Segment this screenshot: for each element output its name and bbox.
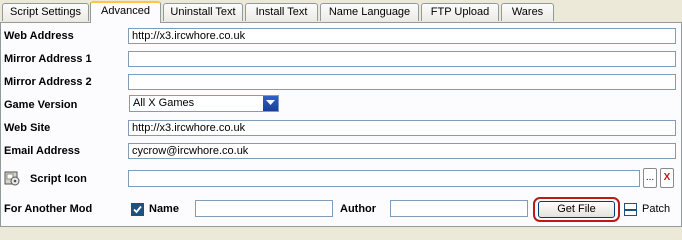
mirror-address-2-label: Mirror Address 2 bbox=[4, 76, 92, 88]
script-icon-input[interactable] bbox=[128, 170, 640, 187]
get-file-highlight: Get File bbox=[533, 197, 620, 222]
tab-uninstall-text[interactable]: Uninstall Text bbox=[163, 3, 243, 21]
patch-label: Patch bbox=[642, 203, 671, 215]
game-version-select[interactable]: All X Games bbox=[129, 95, 279, 112]
tab-advanced[interactable]: Advanced bbox=[90, 1, 161, 23]
name-checkbox[interactable] bbox=[131, 203, 144, 216]
email-address-label: Email Address bbox=[4, 145, 81, 157]
game-version-label: Game Version bbox=[4, 99, 78, 111]
mirror-address-1-input[interactable] bbox=[128, 51, 676, 67]
tab-name-language[interactable]: Name Language bbox=[320, 3, 419, 21]
email-address-input[interactable]: cycrow@ircwhore.co.uk bbox=[128, 143, 676, 159]
web-site-label: Web Site bbox=[4, 122, 51, 134]
author-label: Author bbox=[340, 203, 377, 215]
web-site-input[interactable]: http://x3.ircwhore.co.uk bbox=[128, 120, 676, 136]
game-version-value: All X Games bbox=[133, 97, 195, 109]
web-address-input[interactable]: http://x3.ircwhore.co.uk bbox=[128, 28, 676, 44]
tab-ftp-upload[interactable]: FTP Upload bbox=[421, 3, 499, 21]
script-icon-label: Script Icon bbox=[30, 173, 87, 185]
mod-name-input[interactable] bbox=[195, 200, 333, 217]
tab-strip: Script Settings Advanced Uninstall Text … bbox=[0, 0, 682, 23]
tab-install-text[interactable]: Install Text bbox=[245, 3, 318, 21]
mirror-address-2-input[interactable] bbox=[128, 74, 676, 90]
script-icon-icon bbox=[4, 170, 20, 186]
tab-wares[interactable]: Wares bbox=[501, 3, 554, 21]
name-label: Name bbox=[149, 203, 179, 215]
mirror-address-1-label: Mirror Address 1 bbox=[4, 53, 92, 65]
patch-checkbox[interactable] bbox=[624, 203, 637, 216]
chevron-down-icon[interactable] bbox=[262, 96, 278, 111]
mod-author-input[interactable] bbox=[390, 200, 528, 217]
clear-icon-button[interactable]: X bbox=[660, 168, 674, 188]
get-file-button[interactable]: Get File bbox=[538, 201, 615, 218]
tab-script-settings[interactable]: Script Settings bbox=[2, 3, 89, 21]
browse-button[interactable]: ... bbox=[643, 168, 657, 188]
web-address-label: Web Address bbox=[4, 30, 74, 42]
another-mod-label: For Another Mod bbox=[4, 203, 93, 215]
